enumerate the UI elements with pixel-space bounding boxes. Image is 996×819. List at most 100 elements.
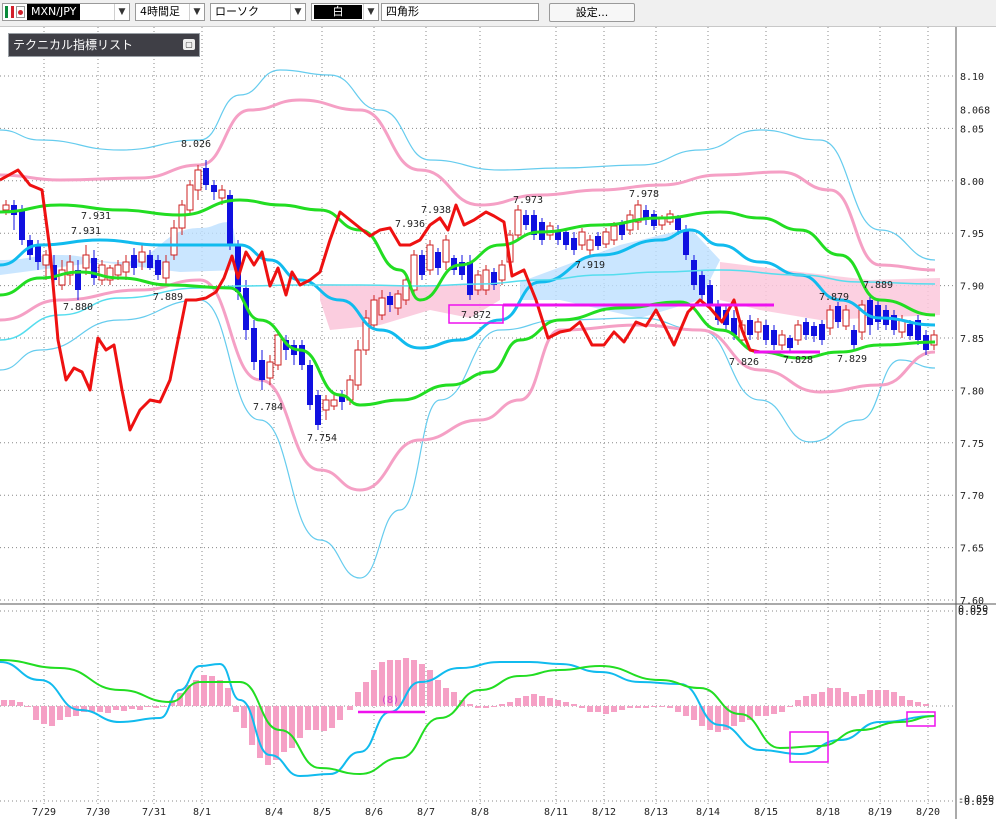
osc-histogram-bar (651, 706, 657, 707)
price-tick-label: 7.90 (960, 282, 984, 293)
osc-histogram-bar (33, 706, 39, 720)
osc-histogram-bar (281, 706, 287, 752)
osc-histogram-bar (217, 680, 223, 706)
price-label: 7.879 (819, 292, 849, 303)
osc-histogram-bar (313, 706, 319, 730)
osc-histogram-bar (121, 706, 127, 711)
osc-histogram-bar (161, 706, 167, 707)
candle-body-bear (307, 365, 313, 405)
price-label: 7.889 (153, 292, 183, 303)
osc-histogram-bar (241, 706, 247, 728)
osc-tick-label: -0.050 (958, 794, 994, 805)
osc-histogram-bar (427, 670, 433, 706)
candle-body-bear (907, 324, 913, 336)
time-tick-label: 7/31 (142, 807, 166, 818)
candle-body-bull (378, 297, 386, 316)
time-tick-label: 8/12 (592, 807, 616, 818)
price-label: 7.936 (395, 219, 425, 230)
candle-body-bull (82, 254, 90, 269)
osc-histogram-bar (499, 704, 505, 706)
candle-body-bull (602, 231, 610, 245)
candle-body-bull (514, 209, 522, 236)
osc-histogram-bar (555, 700, 561, 706)
candle-body-bull (186, 184, 194, 211)
osc-histogram-bar (419, 664, 425, 706)
candle-body-bear (435, 252, 441, 268)
candle-body-bear (259, 360, 265, 380)
candle-body-bull (138, 251, 146, 263)
osc-histogram-bar (811, 694, 817, 706)
osc-histogram-bar (57, 706, 63, 720)
osc-histogram-bar (875, 690, 881, 706)
candle-body-bull (426, 244, 434, 271)
osc-histogram-bar (297, 706, 303, 738)
candle-body-bear (819, 324, 825, 340)
price-tick-label: 7.85 (960, 334, 984, 345)
osc-histogram-bar (779, 706, 785, 712)
osc-histogram-bar (827, 688, 833, 706)
osc-histogram-bar (355, 692, 361, 706)
candle-body-bear (467, 262, 473, 295)
osc-histogram-bar (595, 706, 601, 712)
time-tick-label: 8/7 (417, 807, 435, 818)
osc-histogram-bar (113, 706, 119, 710)
osc-histogram-bar (923, 704, 929, 706)
price-label: 7.829 (837, 354, 867, 365)
chart-area: (8) 8.026 7.931 7.931 7.880 7.889 7.784 7.754 7… (0, 27, 996, 819)
candle-body-bear (619, 224, 625, 235)
price-tick-label: 8.10 (960, 72, 984, 83)
candle-body-bull (474, 274, 482, 291)
candle-body-bear (419, 255, 425, 275)
candle-body-bull (2, 204, 10, 211)
time-tick-label: 8/19 (868, 807, 892, 818)
osc-histogram-bar (915, 702, 921, 706)
candle-body-bull (266, 361, 274, 379)
price-label: 7.919 (575, 260, 605, 271)
osc-histogram-bar (795, 700, 801, 706)
osc-histogram-bar (763, 706, 769, 716)
osc-histogram-bar (683, 706, 689, 716)
osc-histogram-bar (201, 675, 207, 706)
osc-histogram-bar (41, 706, 47, 724)
candle-body-bull (98, 264, 106, 281)
indicator-list-panel[interactable]: テクニカル指標リスト ▢ (8, 33, 200, 57)
price-tick-label: 7.75 (960, 439, 984, 450)
osc-histogram-bar (97, 706, 103, 712)
candle-body-bear (675, 218, 681, 230)
osc-histogram-bar (467, 704, 473, 706)
osc-histogram-bar (611, 706, 617, 712)
osc-histogram-bar (273, 706, 279, 760)
time-tick-label: 8/18 (816, 807, 840, 818)
price-tick-label: 8.068 (960, 106, 990, 117)
price-tick-label: 7.70 (960, 491, 984, 502)
osc-histogram-bar (145, 706, 151, 707)
time-tick-label: 8/4 (265, 807, 283, 818)
candle-body-bear (251, 328, 257, 362)
time-tick-label: 8/11 (544, 807, 568, 818)
price-tick-label: 7.80 (960, 386, 984, 397)
osc-histogram-bar (603, 706, 609, 714)
candle-body-bear (563, 232, 569, 245)
osc-histogram-bar (435, 680, 441, 706)
candle-body-bear (683, 230, 689, 255)
candle-body-bull (322, 399, 330, 411)
osc-histogram-bar (835, 688, 841, 706)
osc-histogram-bar (675, 706, 681, 712)
osc-histogram-bar (225, 688, 231, 706)
candle-body-bear (211, 185, 217, 192)
candle-body-bear (147, 255, 153, 268)
candle-body-bear (851, 330, 857, 345)
candle-body-bear (691, 260, 697, 285)
osc-histogram-bar (843, 692, 849, 706)
osc-histogram-bar (371, 670, 377, 706)
candle-body-bear (595, 236, 601, 246)
candle-body-bear (19, 210, 25, 240)
candle-body-bear (523, 215, 529, 225)
window-toggle-icon[interactable]: ▢ (183, 39, 195, 50)
osc-histogram-bar (483, 706, 489, 708)
osc-histogram-bar (659, 706, 665, 707)
osc-histogram-bar (619, 706, 625, 710)
osc-histogram-bar (627, 706, 633, 708)
osc-histogram-bar (1, 700, 7, 706)
osc-annotation: (8) (381, 695, 399, 706)
